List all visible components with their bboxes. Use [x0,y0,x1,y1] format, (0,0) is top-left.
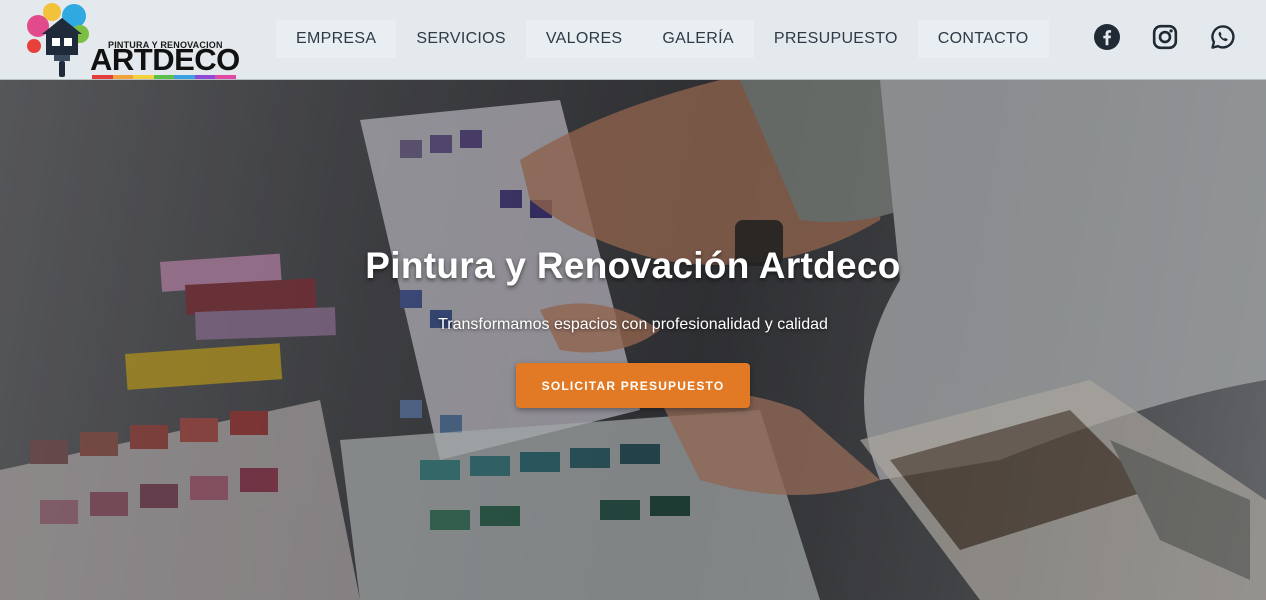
whatsapp-icon[interactable] [1210,24,1236,50]
brand-name: ARTDECO [90,42,240,77]
brand-stripe-segment [153,75,175,79]
hero-subtitle: Transformamos espacios con profesionalid… [438,316,828,333]
instagram-icon[interactable] [1152,24,1178,50]
request-quote-button[interactable]: SOLICITAR PRESUPUESTO [516,363,750,408]
brand-stripe-segment [133,75,154,79]
brand-stripe-segment [215,75,237,79]
nav-item-empresa[interactable]: EMPRESA [276,20,397,58]
brand-color-stripe [92,75,237,79]
brand-logo[interactable]: PINTURA Y RENOVACION ARTDECO [24,0,244,80]
nav-item-presupuesto[interactable]: PRESUPUESTO [754,20,918,58]
house-paintbrush-icon [27,3,89,77]
nav-item-contacto[interactable]: CONTACTO [917,20,1049,58]
social-links [1094,24,1236,50]
hero-title: Pintura y Renovación Artdeco [365,245,901,286]
hero-content: Pintura y Renovación Artdeco Transformam… [0,80,1266,600]
brand-stripe-segment [174,75,195,79]
nav-item-servicios[interactable]: SERVICIOS [396,20,526,58]
brand-stripe-segment [112,75,134,79]
nav-item-valores[interactable]: VALORES [525,20,643,58]
site-header: PINTURA Y RENOVACION ARTDECO EMPRESA SER… [0,0,1266,80]
brand-stripe-segment [194,75,216,79]
hero-section: Pintura y Renovación Artdeco Transformam… [0,80,1266,600]
page: PINTURA Y RENOVACION ARTDECO EMPRESA SER… [0,0,1266,600]
brand-stripe-segment [92,75,113,79]
main-nav: EMPRESA SERVICIOS VALORES GALERÍA PRESUP… [276,20,1049,58]
nav-item-galeria[interactable]: GALERÍA [642,20,754,58]
facebook-icon[interactable] [1094,24,1120,50]
